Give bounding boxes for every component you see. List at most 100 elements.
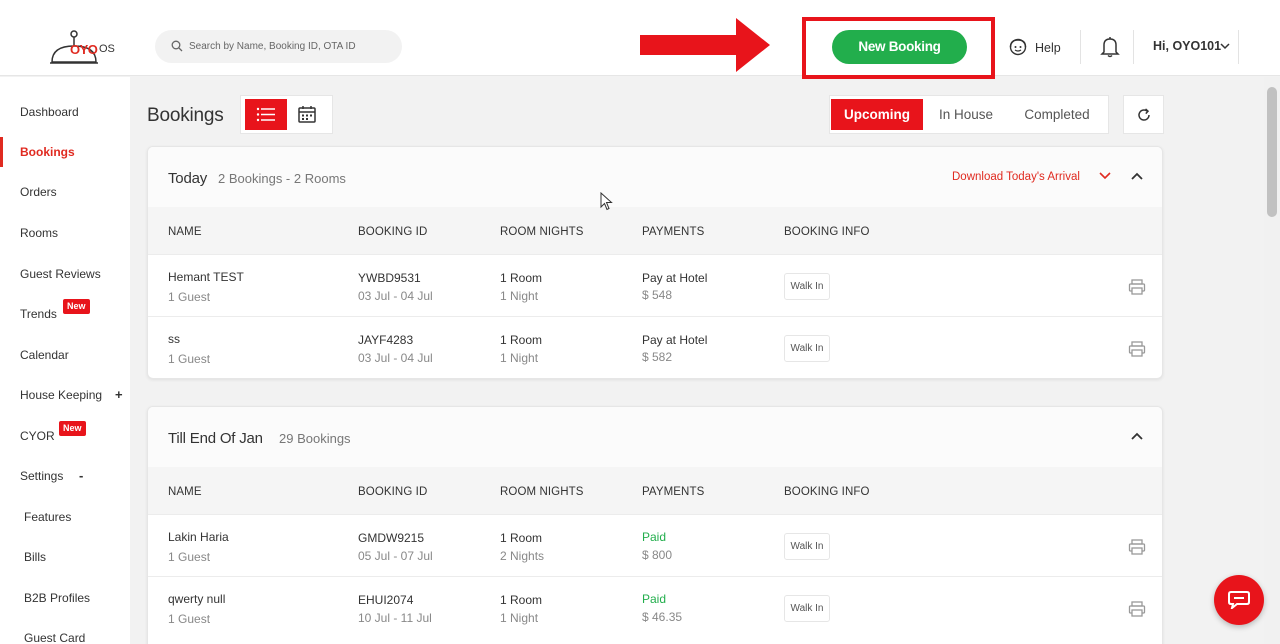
- table-row[interactable]: ss 1 Guest JAYF4283 03 Jul - 04 Jul 1 Ro…: [148, 316, 1162, 378]
- sidebar-item-bills[interactable]: Bills: [0, 542, 130, 572]
- room-count: 1 Room: [500, 531, 543, 545]
- sidebar-item-label: Bookings: [20, 145, 75, 159]
- sidebar-item-label: Orders: [20, 185, 57, 199]
- search-bar[interactable]: [155, 30, 402, 63]
- room-count: 1 Room: [500, 271, 543, 285]
- notification-bell-icon[interactable]: [1100, 36, 1120, 58]
- sidebar-item-house-keeping[interactable]: House Keeping +: [0, 380, 130, 410]
- night-count: 1 Night: [500, 289, 539, 303]
- tab-completed[interactable]: Completed: [1010, 96, 1104, 133]
- top-header: OYO OS New Booking Help Hi, OYO101: [0, 0, 1280, 79]
- booking-id: EHUI2074: [358, 593, 414, 607]
- section-header: Till End Of Jan 29 Bookings: [148, 407, 1162, 467]
- booking-source-badge: Walk In: [784, 335, 830, 362]
- calendar-view-icon[interactable]: [297, 104, 317, 124]
- sidebar-item-label: Settings: [20, 469, 64, 483]
- sidebar-item-label: Features: [24, 510, 72, 524]
- table-row[interactable]: Lakin Haria 1 Guest GMDW9215 05 Jul - 07…: [148, 514, 1162, 576]
- guest-count: 1 Guest: [168, 352, 211, 366]
- bookings-section-today: Today 2 Bookings - 2 Rooms Download Toda…: [147, 146, 1163, 379]
- sidebar-item-calendar[interactable]: Calendar: [0, 340, 130, 370]
- logo-text: OYO: [70, 42, 98, 57]
- column-header-payments: PAYMENTS: [642, 226, 705, 238]
- sidebar-item-settings[interactable]: Settings -: [0, 461, 130, 491]
- guest-name: ss: [168, 332, 180, 346]
- section-title: Today: [168, 170, 208, 187]
- sidebar-item-guest-card[interactable]: Guest Card: [0, 623, 130, 644]
- payment-status: Paid: [642, 530, 667, 544]
- sidebar-item-label: Calendar: [20, 348, 69, 362]
- sidebar-item-guest-reviews[interactable]: Guest Reviews: [0, 259, 130, 289]
- column-header-booking-id: BOOKING ID: [358, 226, 428, 238]
- chevron-down-icon[interactable]: [1098, 171, 1112, 181]
- sidebar-item-orders[interactable]: Orders: [0, 177, 130, 207]
- sidebar-item-label: Rooms: [20, 226, 59, 240]
- payment-amount: $ 548: [642, 288, 673, 302]
- chat-support-button[interactable]: [1214, 575, 1264, 625]
- guest-count: 1 Guest: [168, 550, 211, 564]
- booking-source-badge: Walk In: [784, 533, 830, 560]
- column-header-name: NAME: [168, 226, 202, 238]
- section-title: Till End Of Jan: [168, 430, 263, 447]
- chevron-up-icon[interactable]: [1130, 431, 1144, 441]
- sidebar-item-dashboard[interactable]: Dashboard: [0, 97, 130, 127]
- guest-name: Lakin Haria: [168, 530, 229, 544]
- table-row[interactable]: qwerty null 1 Guest EHUI2074 10 Jul - 11…: [148, 576, 1162, 638]
- page-scrollbar[interactable]: [1264, 77, 1280, 644]
- collapse-icon[interactable]: -: [79, 468, 83, 483]
- sidebar-item-bookings[interactable]: Bookings: [0, 137, 130, 167]
- column-header-payments: PAYMENTS: [642, 486, 705, 498]
- tab-upcoming[interactable]: Upcoming: [831, 99, 923, 130]
- list-icon: [256, 107, 275, 122]
- mouse-cursor-icon: [600, 192, 613, 211]
- sidebar-item-b2b-profiles[interactable]: B2B Profiles: [0, 583, 130, 613]
- column-header-name: NAME: [168, 486, 202, 498]
- oyo-os-logo[interactable]: OYO OS: [50, 28, 120, 68]
- chevron-up-icon[interactable]: [1130, 171, 1144, 181]
- table-header: NAME BOOKING ID ROOM NIGHTS PAYMENTS BOO…: [148, 467, 1162, 514]
- print-icon[interactable]: [1128, 340, 1146, 358]
- sidebar-item-label: B2B Profiles: [24, 591, 91, 605]
- list-view-button[interactable]: [245, 99, 287, 130]
- refresh-button[interactable]: [1123, 95, 1164, 134]
- sidebar-item-label: Guest Reviews: [20, 267, 101, 281]
- column-header-room-nights: ROOM NIGHTS: [500, 226, 584, 238]
- print-icon[interactable]: [1128, 278, 1146, 296]
- help-support-icon: [1009, 38, 1027, 56]
- sidebar: Dashboard Bookings Orders Rooms Guest Re…: [0, 77, 130, 644]
- sidebar-item-trends[interactable]: Trends New: [0, 299, 130, 329]
- booking-id: JAYF4283: [358, 333, 414, 347]
- print-icon[interactable]: [1128, 600, 1146, 618]
- table-row[interactable]: Hemant TEST 1 Guest YWBD9531 03 Jul - 04…: [148, 254, 1162, 316]
- header-divider: [1133, 30, 1134, 64]
- scrollbar-thumb[interactable]: [1267, 87, 1277, 217]
- sidebar-item-label: Dashboard: [20, 105, 79, 119]
- night-count: 2 Nights: [500, 549, 545, 563]
- new-badge: New: [63, 299, 90, 314]
- user-menu-label[interactable]: Hi, OYO101: [1153, 39, 1221, 53]
- search-input[interactable]: [189, 30, 394, 63]
- help-label: Help: [1035, 41, 1061, 55]
- chevron-down-icon[interactable]: [1219, 41, 1231, 51]
- booking-dates: 03 Jul - 04 Jul: [358, 351, 433, 365]
- section-subtitle: 2 Bookings - 2 Rooms: [218, 171, 346, 186]
- tab-in-house[interactable]: In House: [928, 96, 1004, 133]
- refresh-icon: [1138, 108, 1150, 121]
- sidebar-item-label: Guest Card: [24, 631, 86, 644]
- sidebar-item-cyor[interactable]: CYOR New: [0, 421, 130, 451]
- sidebar-item-rooms[interactable]: Rooms: [0, 218, 130, 248]
- sidebar-item-label: Bills: [24, 550, 47, 564]
- column-header-booking-id: BOOKING ID: [358, 486, 428, 498]
- column-header-room-nights: ROOM NIGHTS: [500, 486, 584, 498]
- booking-source-badge: Walk In: [784, 595, 830, 622]
- new-booking-button[interactable]: New Booking: [832, 30, 967, 64]
- sidebar-item-features[interactable]: Features: [0, 502, 130, 532]
- download-arrival-link[interactable]: Download Today's Arrival: [952, 171, 1080, 183]
- night-count: 1 Night: [500, 351, 539, 365]
- expand-icon[interactable]: +: [115, 387, 123, 402]
- print-icon[interactable]: [1128, 538, 1146, 556]
- payment-amount: $ 46.35: [642, 610, 683, 624]
- payment-amount: $ 582: [642, 350, 673, 364]
- column-header-booking-info: BOOKING INFO: [784, 486, 870, 498]
- header-divider: [1080, 30, 1081, 64]
